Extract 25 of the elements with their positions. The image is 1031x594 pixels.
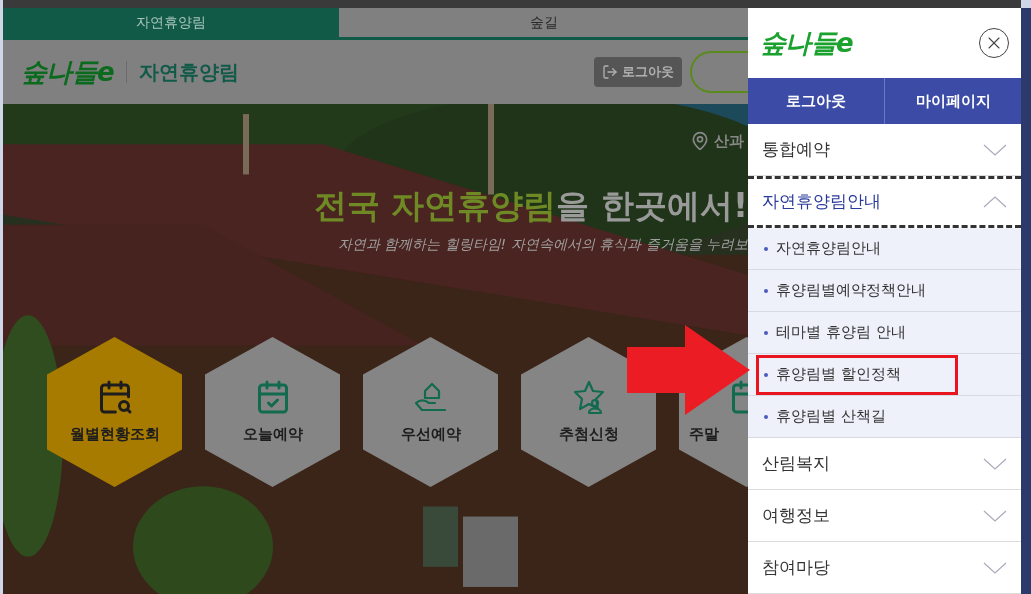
site-tab[interactable]: 숲길 bbox=[339, 8, 748, 37]
submenu-item[interactable]: 테마별 휴양림 안내 bbox=[748, 312, 1021, 354]
submenu-item[interactable]: 휴양림별예약정책안내 bbox=[748, 270, 1021, 312]
bullet-icon bbox=[764, 372, 768, 377]
chevron-down-icon bbox=[983, 143, 1007, 156]
logout-icon bbox=[602, 64, 618, 80]
location-pin-icon bbox=[690, 131, 710, 152]
section-title: 자연휴양림 bbox=[139, 59, 240, 86]
bullet-icon bbox=[764, 246, 768, 251]
submenu-item[interactable]: 자연휴양림안내 bbox=[748, 228, 1021, 270]
site-tab[interactable]: 자연휴양림 bbox=[3, 8, 339, 37]
hero-headline: 전국 자연휴양림을 한곳에서! bbox=[313, 184, 748, 227]
chevron-down-icon bbox=[983, 561, 1007, 574]
bullet-icon bbox=[764, 414, 768, 419]
bullet-icon bbox=[764, 288, 768, 293]
chevron-down-icon bbox=[983, 509, 1007, 522]
drawer-button[interactable]: 마이페이지 bbox=[884, 78, 1021, 124]
submenu-item[interactable]: 휴양림별 산책길 bbox=[748, 396, 1021, 438]
bullet-icon bbox=[764, 330, 768, 335]
location-text: 산과 bbox=[714, 131, 744, 152]
chevron-down-icon bbox=[983, 457, 1007, 470]
chevron-up-icon bbox=[983, 196, 1007, 208]
drawer-button[interactable]: 로그아웃 bbox=[748, 78, 884, 124]
submenu-item[interactable]: 휴양림별 할인정책 bbox=[748, 354, 1021, 396]
hero-subtitle: 자연과 함께하는 힐링타임! 자연속에서의 휴식과 즐거움을 누려보 bbox=[337, 235, 748, 254]
